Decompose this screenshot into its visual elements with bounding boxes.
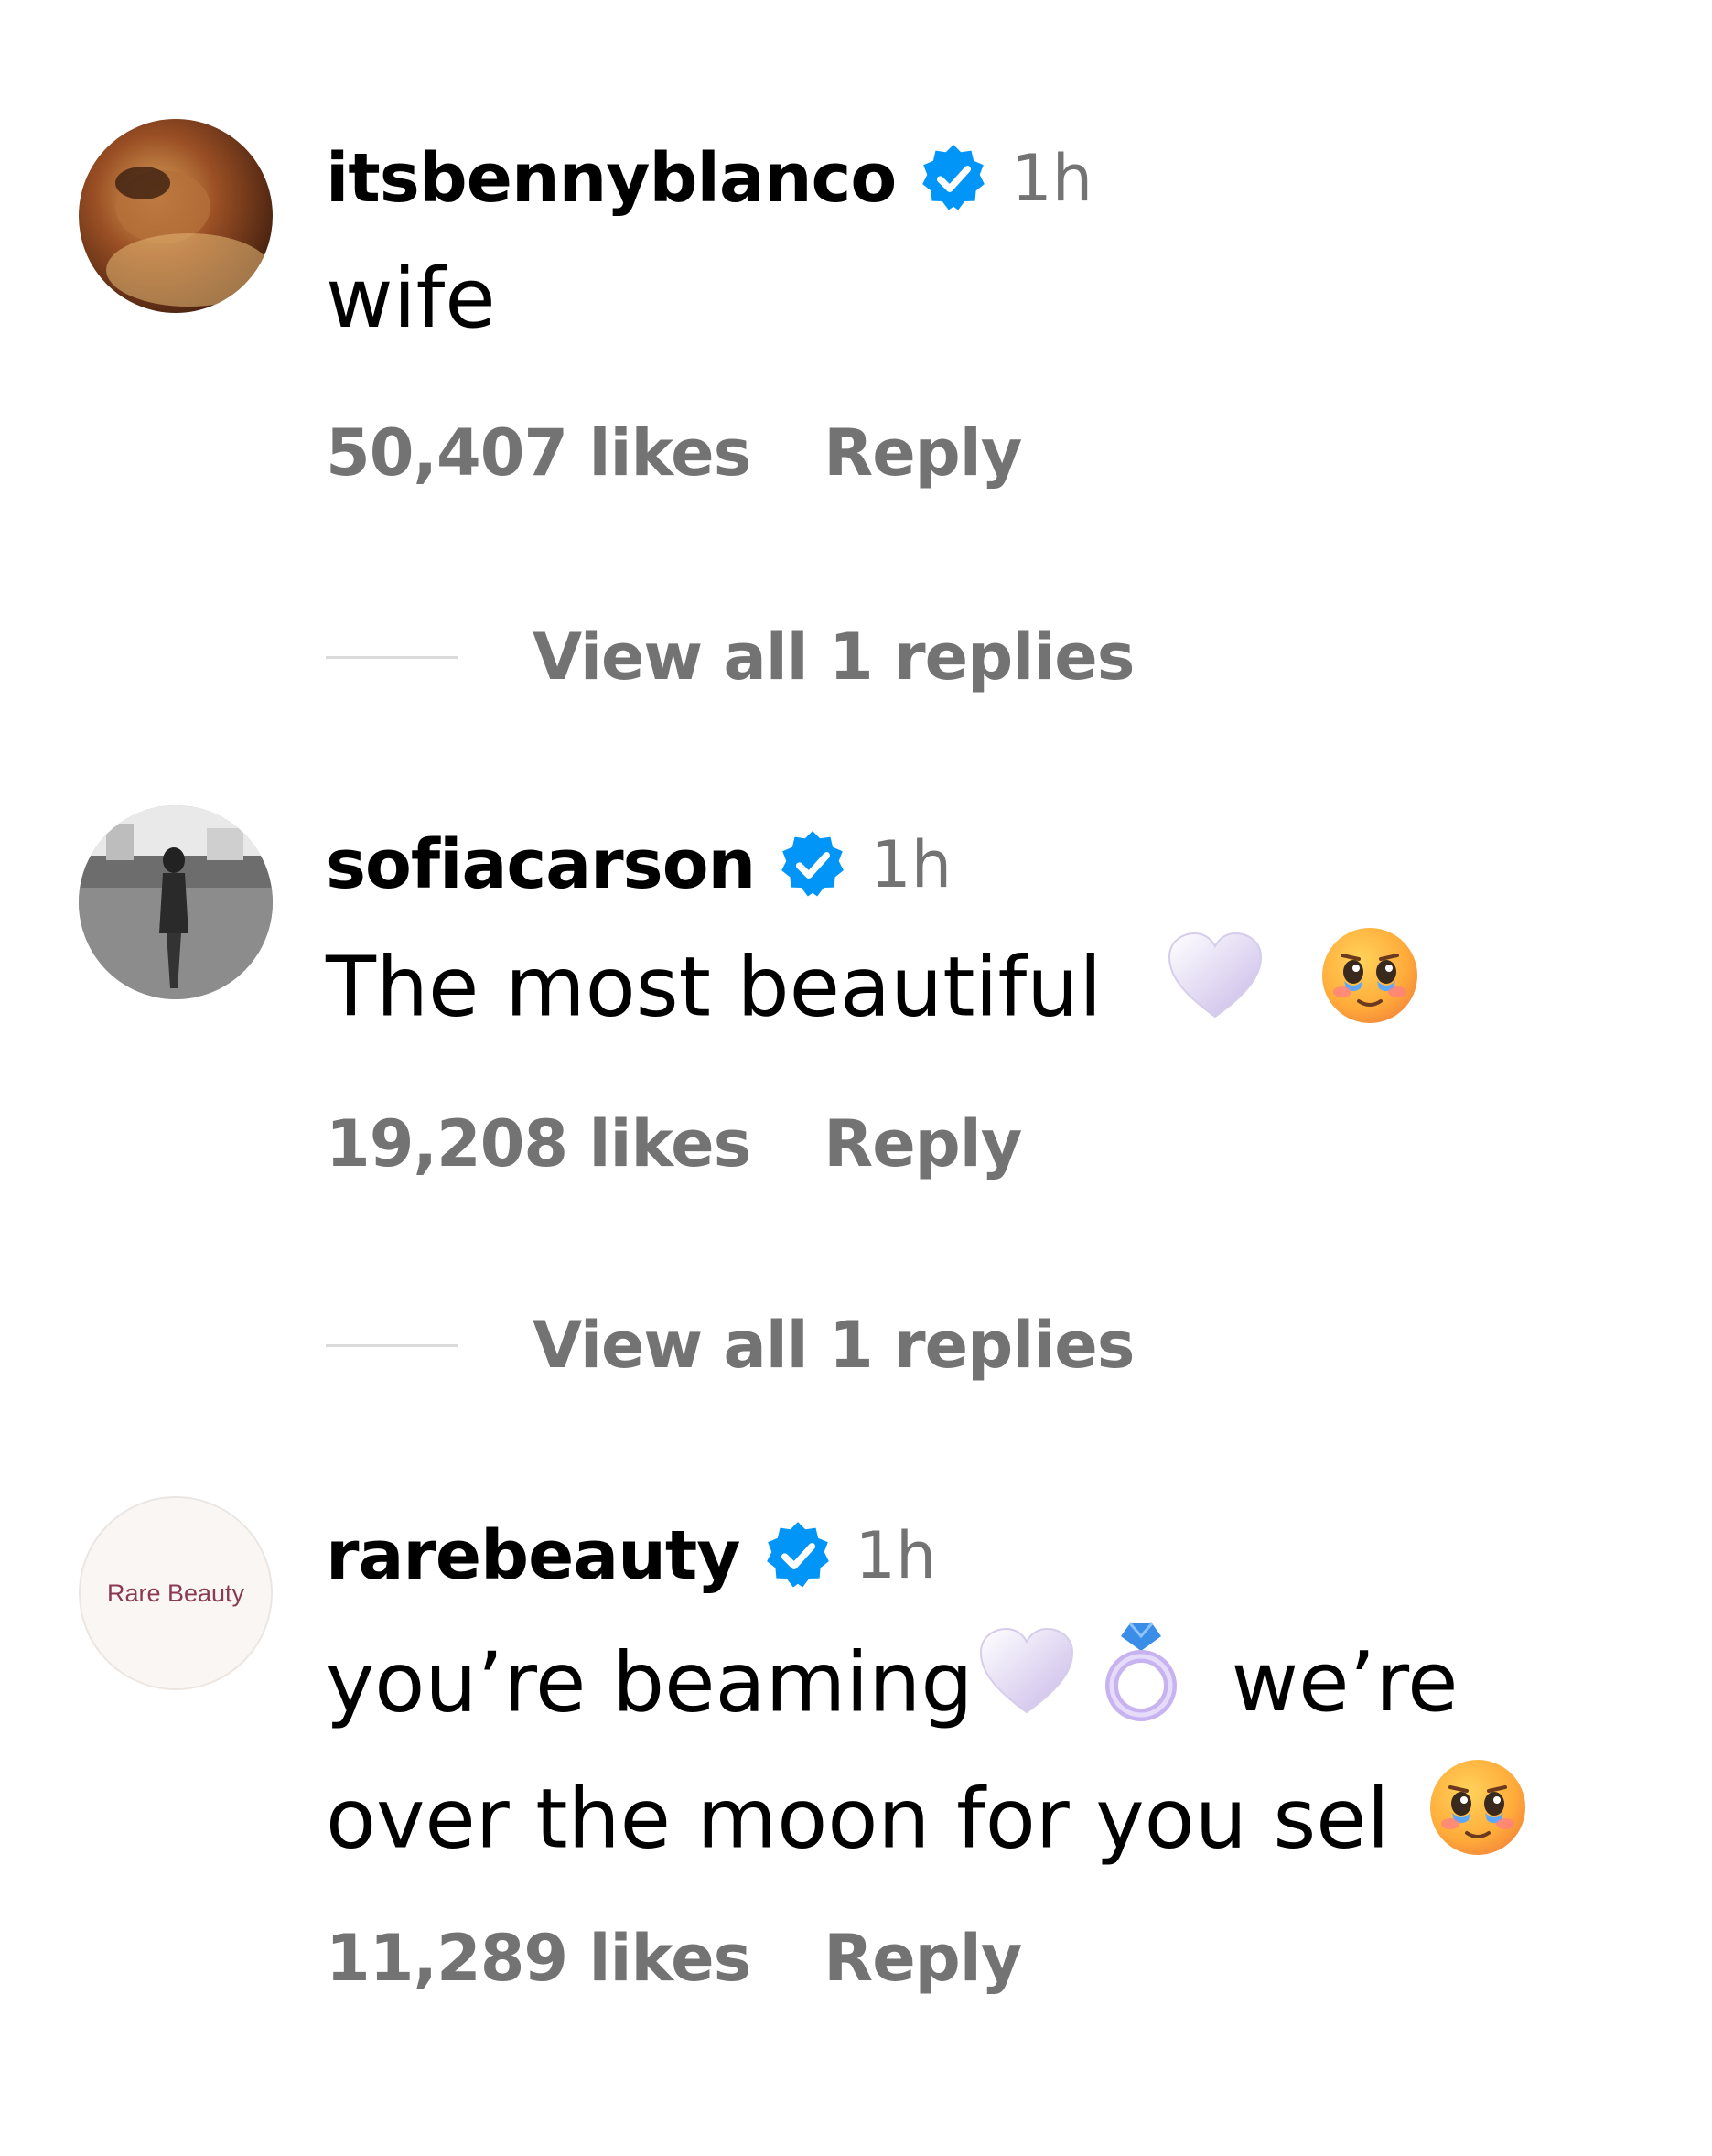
ring-emoji bbox=[1103, 1620, 1179, 1756]
username[interactable]: itsbennyblanco bbox=[326, 139, 897, 218]
white-heart-emoji bbox=[976, 1625, 1077, 1751]
comment-actions: 11,289 likes Reply bbox=[326, 1917, 1022, 2000]
face-holding-back-tears-emoji bbox=[1319, 924, 1421, 1061]
replies-divider-line bbox=[326, 655, 458, 659]
comment-text-content: The most beautiful bbox=[326, 939, 1103, 1036]
view-replies-label: View all 1 replies bbox=[533, 620, 1135, 695]
avatar-rarebeauty[interactable]: Rare Beauty bbox=[79, 1496, 273, 1690]
username[interactable]: sofiacarson bbox=[326, 825, 756, 904]
reply-button[interactable]: Reply bbox=[824, 415, 1022, 490]
comment-text-content-2: we’re bbox=[1231, 1634, 1459, 1731]
white-heart-emoji bbox=[1165, 930, 1265, 1055]
comment-actions: 19,208 likes Reply bbox=[326, 1103, 1022, 1185]
view-replies-label: View all 1 replies bbox=[533, 1308, 1135, 1383]
verified-badge-icon bbox=[760, 1518, 835, 1593]
like-count[interactable]: 19,208 likes bbox=[326, 1106, 751, 1181]
comment-text-content-3: over the moon for you sel bbox=[326, 1771, 1390, 1868]
comment-time: 1h bbox=[855, 1518, 937, 1593]
reply-button[interactable]: Reply bbox=[824, 1106, 1022, 1181]
comment-actions: 50,407 likes Reply bbox=[326, 412, 1022, 494]
replies-divider-line bbox=[326, 1343, 458, 1347]
view-replies-button[interactable]: View all 1 replies bbox=[326, 1304, 1135, 1386]
verified-badge-icon bbox=[775, 827, 850, 902]
reply-button[interactable]: Reply bbox=[824, 1921, 1022, 1996]
verified-badge-icon bbox=[916, 141, 991, 216]
comment-text: you’re beaming we’re over the moon for y… bbox=[326, 1620, 1607, 1892]
comment-text-content: wife bbox=[326, 251, 496, 347]
comment-text-line-2: over the moon for you sel bbox=[326, 1756, 1607, 1892]
face-holding-back-tears-emoji bbox=[1427, 1756, 1529, 1892]
comment-text: The most beautiful bbox=[326, 924, 1607, 1061]
comment-text: wife bbox=[326, 238, 1607, 361]
comment-header: sofiacarson 1h bbox=[326, 814, 952, 915]
avatar-itsbennyblanco[interactable] bbox=[79, 119, 273, 313]
username[interactable]: rarebeauty bbox=[326, 1516, 740, 1595]
comment-time: 1h bbox=[870, 827, 953, 902]
rare-beauty-logo: Rare Beauty bbox=[106, 1579, 245, 1607]
comment-text-content: you’re beaming bbox=[326, 1634, 974, 1731]
comment-time: 1h bbox=[1011, 141, 1093, 216]
like-count[interactable]: 11,289 likes bbox=[326, 1921, 751, 1996]
comment-text-line-1: you’re beaming we’re bbox=[326, 1620, 1607, 1756]
avatar-sofiacarson[interactable] bbox=[79, 805, 273, 999]
view-replies-button[interactable]: View all 1 replies bbox=[326, 616, 1135, 698]
comment-header: itsbennyblanco 1h bbox=[326, 128, 1093, 229]
like-count[interactable]: 50,407 likes bbox=[326, 415, 751, 490]
comment-header: rarebeauty 1h bbox=[326, 1505, 936, 1606]
